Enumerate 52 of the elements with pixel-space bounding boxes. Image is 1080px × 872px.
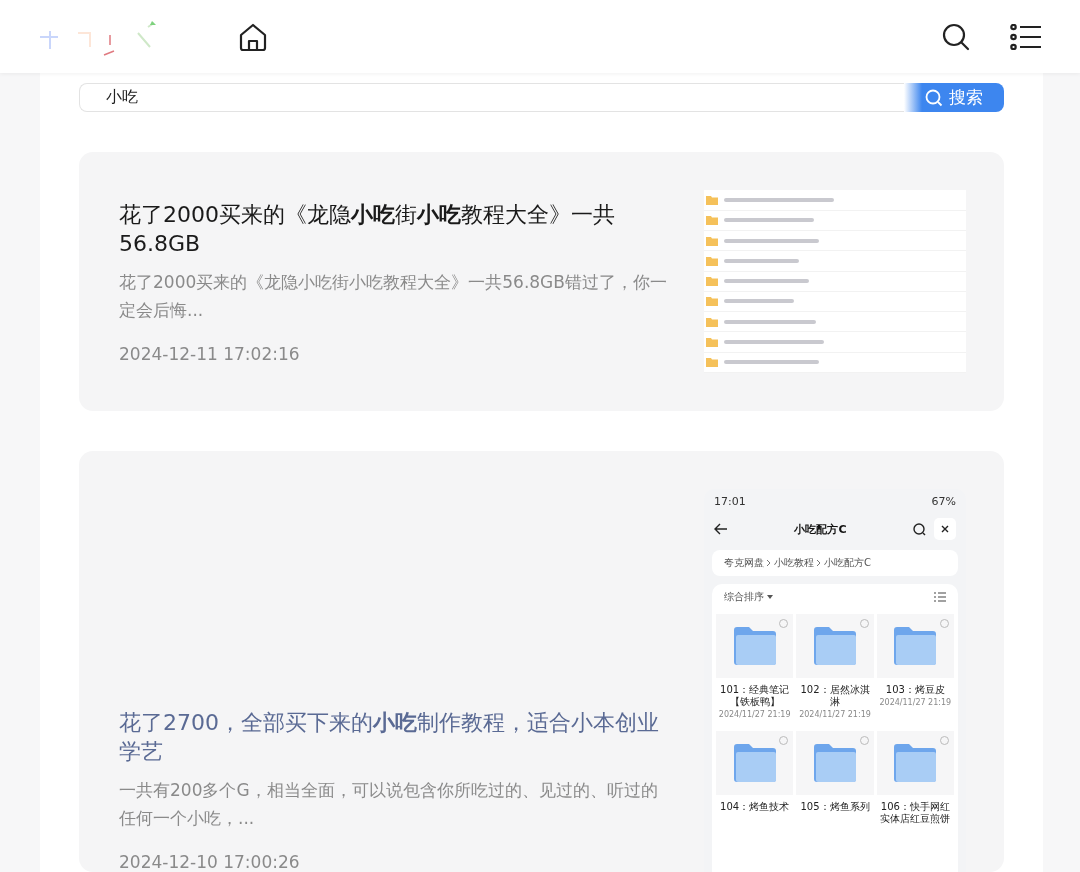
menu-button[interactable] [1010,23,1042,50]
result-summary: 花了2000买来的《龙隐小吃街小吃教程大全》一共56.8GB错过了，你一定会后悔... [119,270,668,322]
folder-date: 2024/11/27 21:19 [718,710,791,719]
folder-date: 2024/11/27 21:19 [879,698,952,707]
folder-icon [814,744,856,782]
folder-icon [733,627,776,665]
search-icon [913,522,926,536]
folder-name: 105：烤鱼系列 [799,801,871,813]
folder-icon [706,194,718,205]
caret-icon [767,595,773,599]
result-title[interactable]: 花了2700，全部买下来的小吃制作教程，适合小本创业学艺 [119,708,674,766]
chevron-icon [816,559,822,567]
search-button[interactable]: 搜索 [904,83,1004,113]
search-icon [925,88,943,107]
folder-icon [733,744,776,782]
result-date: 2024-12-10 17:00:26 [119,852,301,872]
folder-title: 小吃配方C [794,521,847,537]
close-icon [941,525,949,533]
breadcrumb-item: 小吃教程 [774,556,814,570]
list-view-icon [934,592,946,602]
result-summary: 一共有200多个G，相当全面，可以说包含你所吃过的、见过的、听过的任何一个小吃，... [119,779,659,830]
chevron-icon [766,559,772,567]
folder-name: 104：烤鱼技术 [719,801,791,813]
blurred-filename [724,299,794,304]
status-time: 17:01 [714,495,746,508]
search-field[interactable]: 小吃 [79,83,904,113]
folder-icon [706,337,718,348]
folder-icon [706,296,718,307]
folder-icon [706,357,718,368]
folder-name: 101：经典笔记【铁板鸭】 [719,684,791,708]
folder-icon [706,235,718,246]
sort-label: 综合排序 [724,590,764,604]
folder-icon [706,276,718,287]
search-button[interactable] [942,22,970,51]
folder-date: 2024/11/27 21:19 [799,710,871,719]
result-card[interactable]: 花了2000买来的《龙隐小吃街小吃教程大全》一共56.8GB 花了2000买来的《龙隐小吃街小吃教程大全》一共56.8GB错过了，你一定会后悔... 2024-12-11 17:02:16 [79,152,1004,411]
folder-icon [894,744,937,782]
folder-name: 102：居然冰淇淋 [799,684,871,708]
home-button[interactable] [238,21,268,52]
folder-name: 103：烤豆皮 [884,684,946,696]
breadcrumb-item: 小吃配方C [824,556,871,570]
folder-icon [894,627,937,665]
result-title[interactable]: 花了2000买来的《龙隐小吃街小吃教程大全》一共56.8GB [119,199,674,258]
folder-icon [706,215,718,226]
folder-icon [814,627,856,665]
folder-name: 106：快手网红实体店红豆煎饼 [879,801,952,825]
back-arrow-icon [714,523,728,535]
battery-level: 67% [931,495,956,508]
folder-icon [706,255,718,266]
result-date: 2024-12-11 17:02:16 [119,343,301,364]
breadcrumb-item: 夸克网盘 [724,556,764,570]
folder-icon [706,316,718,327]
